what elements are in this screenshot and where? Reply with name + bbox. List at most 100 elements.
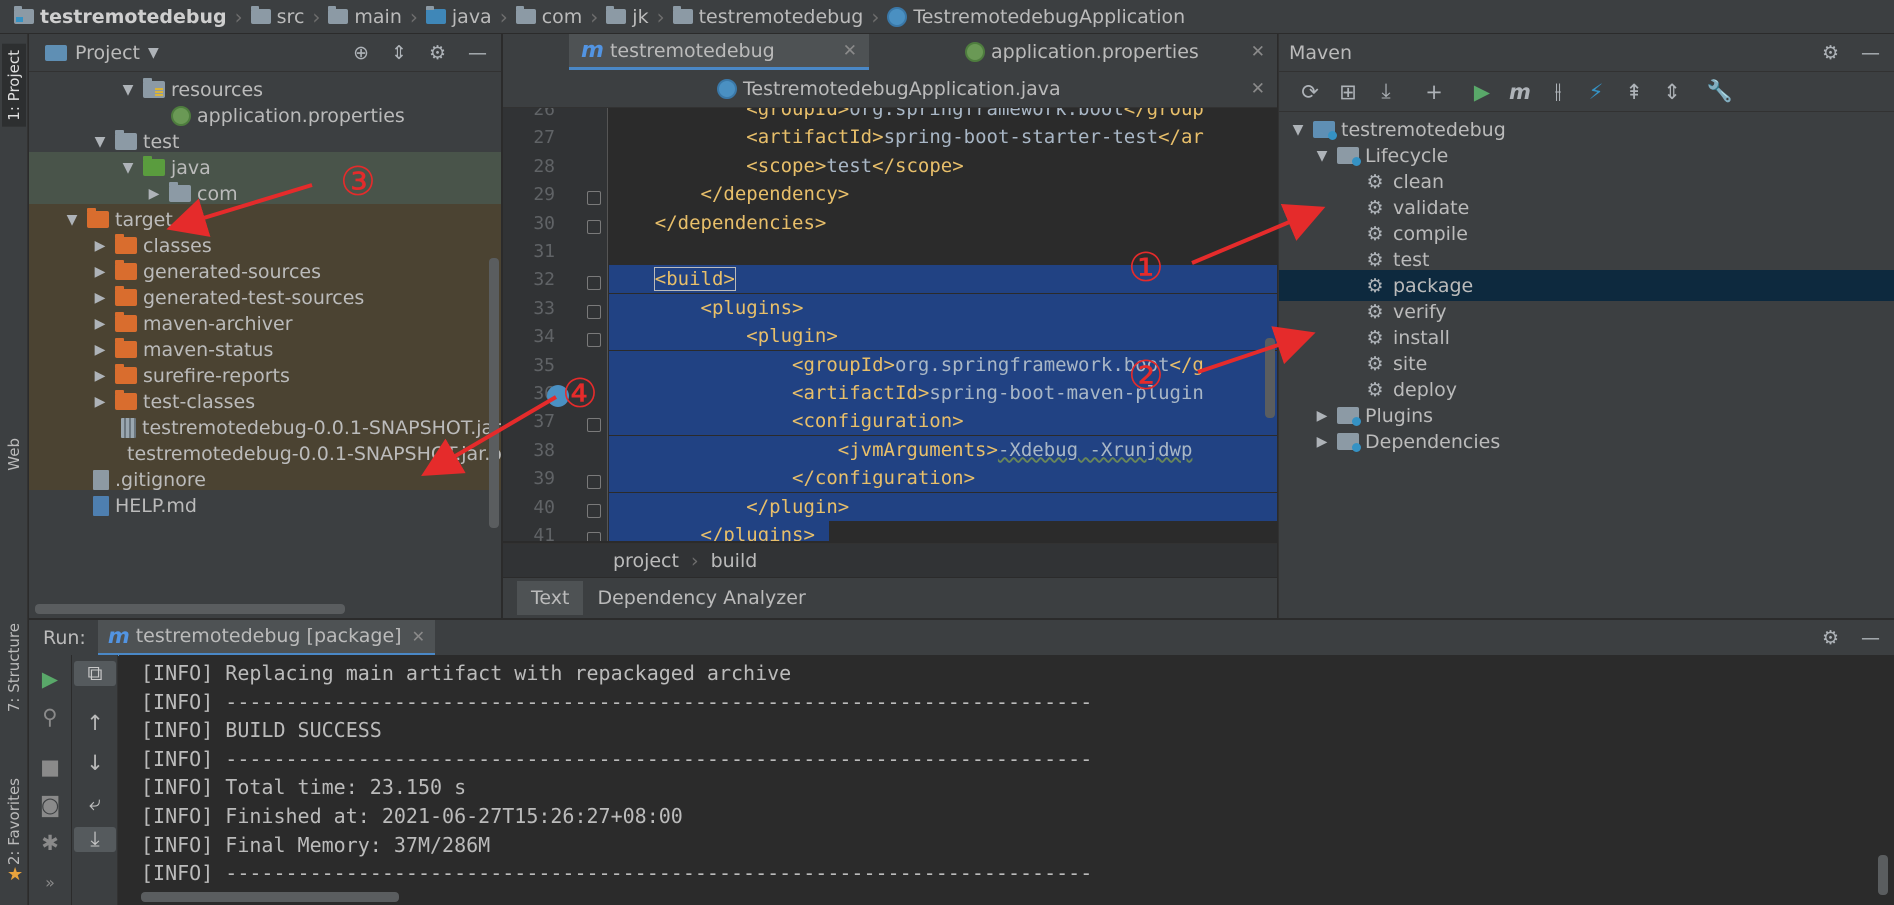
collapsed-arrow-icon[interactable]: ▶ bbox=[143, 186, 165, 202]
breadcrumb-item-java[interactable]: java bbox=[425, 6, 492, 28]
editor-breadcrumb-build[interactable]: build bbox=[711, 550, 758, 572]
console-horizontal-scrollbar[interactable] bbox=[141, 892, 399, 902]
camera-icon[interactable]: ◙ bbox=[29, 793, 71, 817]
add-project-icon[interactable]: ⊞ bbox=[1329, 80, 1367, 104]
breadcrumb-item-com[interactable]: com bbox=[515, 6, 582, 28]
minimize-icon[interactable]: — bbox=[1861, 42, 1880, 64]
collapsed-arrow-icon[interactable]: ▶ bbox=[89, 394, 111, 410]
markdown-file-icon bbox=[93, 495, 109, 516]
tab-text[interactable]: Text bbox=[517, 581, 584, 615]
code-editor[interactable]: <groupId>org.springframework.boot</group… bbox=[609, 108, 1277, 541]
collapsed-arrow-icon[interactable]: ▶ bbox=[1311, 408, 1333, 424]
collapse-all-icon[interactable]: ⇕ bbox=[1653, 80, 1691, 104]
fold-marker-icon[interactable] bbox=[587, 475, 601, 490]
breadcrumb-separator: › bbox=[690, 549, 699, 572]
fold-marker-icon[interactable] bbox=[587, 503, 601, 518]
collapsed-arrow-icon[interactable]: ▶ bbox=[89, 342, 111, 358]
expanded-arrow-icon[interactable]: ▼ bbox=[89, 134, 111, 150]
expanded-arrow-icon[interactable]: ▼ bbox=[117, 82, 139, 98]
package-icon bbox=[606, 6, 627, 24]
collapsed-arrow-icon[interactable]: ▶ bbox=[89, 368, 111, 384]
gear-icon[interactable]: ⚙ bbox=[1822, 627, 1839, 649]
minimize-icon[interactable]: — bbox=[1861, 627, 1880, 649]
expanded-arrow-icon[interactable]: ▼ bbox=[1311, 148, 1333, 164]
breadcrumb-item-main[interactable]: main bbox=[328, 6, 402, 28]
tab-application-java[interactable]: TestremotedebugApplication.java ✕ bbox=[717, 71, 1277, 107]
tool-tab-project[interactable]: 1: Project bbox=[2, 44, 26, 127]
execute-goal-icon[interactable]: m bbox=[1501, 80, 1539, 104]
vertical-scrollbar[interactable] bbox=[489, 258, 499, 528]
expanded-arrow-icon[interactable]: ▼ bbox=[1287, 122, 1309, 138]
pin-icon[interactable]: ⚲ bbox=[29, 705, 71, 729]
skip-tests-icon[interactable]: ⚡ bbox=[1577, 80, 1615, 104]
scroll-to-end-icon[interactable]: ⤓ bbox=[74, 827, 116, 852]
add-icon[interactable]: + bbox=[1415, 80, 1453, 104]
close-icon[interactable]: ✕ bbox=[1251, 42, 1277, 62]
collapsed-arrow-icon[interactable]: ▶ bbox=[89, 290, 111, 306]
horizontal-scrollbar[interactable] bbox=[35, 604, 345, 614]
settings-icon[interactable]: ✱ bbox=[29, 831, 71, 855]
fold-marker-icon[interactable] bbox=[587, 276, 601, 291]
expanded-arrow-icon[interactable]: ▼ bbox=[61, 212, 83, 228]
locate-file-icon[interactable]: ⊕ bbox=[353, 42, 369, 64]
console-vertical-scrollbar[interactable] bbox=[1878, 855, 1888, 895]
soft-wrap-icon[interactable]: ⤶ bbox=[74, 791, 116, 816]
xml-tag: </dependency> bbox=[700, 183, 850, 206]
fold-marker-icon[interactable] bbox=[587, 304, 601, 319]
more-icon[interactable]: » bbox=[29, 873, 71, 892]
breadcrumb-item-testremotedebug[interactable]: testremotedebug bbox=[672, 6, 863, 28]
arrow-up-icon[interactable]: ↑ bbox=[74, 711, 116, 735]
breadcrumb-item-src[interactable]: src bbox=[250, 6, 304, 28]
tab-application-properties[interactable]: application.properties ✕ bbox=[953, 34, 1277, 70]
code-line: <build> bbox=[609, 265, 1277, 294]
expanded-arrow-icon[interactable]: ▼ bbox=[117, 160, 139, 176]
run-tab-package[interactable]: m testremotedebug [package] ✕ bbox=[97, 619, 435, 656]
fold-marker-icon[interactable] bbox=[587, 191, 601, 206]
xml-text: -Xdebug -Xrunjdwp bbox=[997, 438, 1193, 461]
chevron-down-icon[interactable]: ▼ bbox=[148, 45, 159, 61]
close-icon[interactable]: ✕ bbox=[1251, 79, 1277, 99]
wrench-icon[interactable]: 🔧 bbox=[1701, 79, 1739, 104]
breadcrumb-item-jk[interactable]: jk bbox=[606, 6, 649, 28]
toggle-offline-icon[interactable]: ⫲ bbox=[1539, 79, 1577, 104]
resources-folder-icon bbox=[143, 78, 165, 98]
close-icon[interactable]: ✕ bbox=[843, 41, 869, 61]
code-line: </plugins> bbox=[609, 521, 1277, 541]
collapsed-arrow-icon[interactable]: ▶ bbox=[89, 264, 111, 280]
close-icon[interactable]: ✕ bbox=[412, 627, 425, 646]
maven-dependencies[interactable]: ▶ Dependencies bbox=[1279, 426, 1894, 457]
editor-vertical-scrollbar[interactable] bbox=[1265, 338, 1275, 418]
rerun-icon[interactable]: ▶ bbox=[29, 667, 71, 691]
run-console-output[interactable]: [INFO] Replacing main artifact with repa… bbox=[119, 655, 1874, 890]
tool-tab-web[interactable]: Web bbox=[2, 434, 26, 475]
minimize-icon[interactable]: — bbox=[468, 42, 487, 64]
gear-icon[interactable]: ⚙ bbox=[1822, 42, 1839, 64]
toggle-tree-view-icon[interactable]: ⧉ bbox=[74, 661, 116, 686]
tool-tab-structure[interactable]: 7: Structure bbox=[2, 619, 26, 716]
collapsed-arrow-icon[interactable]: ▶ bbox=[1311, 434, 1333, 450]
tab-dependency-analyzer[interactable]: Dependency Analyzer bbox=[583, 581, 819, 615]
fold-marker-icon[interactable] bbox=[587, 532, 601, 541]
tab-pom[interactable]: m testremotedebug ✕ bbox=[569, 34, 869, 70]
editor-gutter: 26 27 28 29 30 31 32 33 34 35 36 37 38 39 40 41 bbox=[503, 108, 608, 541]
tree-node-help-md[interactable]: HELP.md bbox=[29, 490, 501, 521]
collapsed-arrow-icon[interactable]: ▶ bbox=[89, 238, 111, 254]
collapsed-arrow-icon[interactable]: ▶ bbox=[89, 316, 111, 332]
console-line: [INFO] ---------------------------------… bbox=[141, 689, 1093, 714]
tool-tab-favorites[interactable]: 2: Favorites bbox=[2, 774, 26, 869]
show-dependencies-icon[interactable]: ⇞ bbox=[1615, 80, 1653, 104]
editor-breadcrumb-project[interactable]: project bbox=[613, 550, 679, 572]
fold-marker-icon[interactable] bbox=[587, 333, 601, 348]
project-panel-title[interactable]: Project bbox=[75, 42, 140, 64]
fold-marker-icon[interactable] bbox=[587, 418, 601, 433]
stop-icon[interactable]: ■ bbox=[29, 755, 71, 779]
reload-icon[interactable]: ⟳ bbox=[1291, 80, 1329, 104]
fold-marker-icon[interactable] bbox=[587, 219, 601, 234]
run-icon[interactable]: ▶ bbox=[1463, 80, 1501, 104]
breadcrumb-item-project[interactable]: testremotedebug bbox=[14, 6, 227, 28]
arrow-down-icon[interactable]: ↓ bbox=[74, 751, 116, 775]
download-icon[interactable]: ⤓ bbox=[1367, 79, 1405, 104]
gear-icon[interactable]: ⚙ bbox=[429, 42, 446, 64]
breadcrumb-item-application[interactable]: TestremotedebugApplication bbox=[887, 6, 1185, 28]
collapse-all-icon[interactable]: ⇕ bbox=[391, 42, 407, 64]
